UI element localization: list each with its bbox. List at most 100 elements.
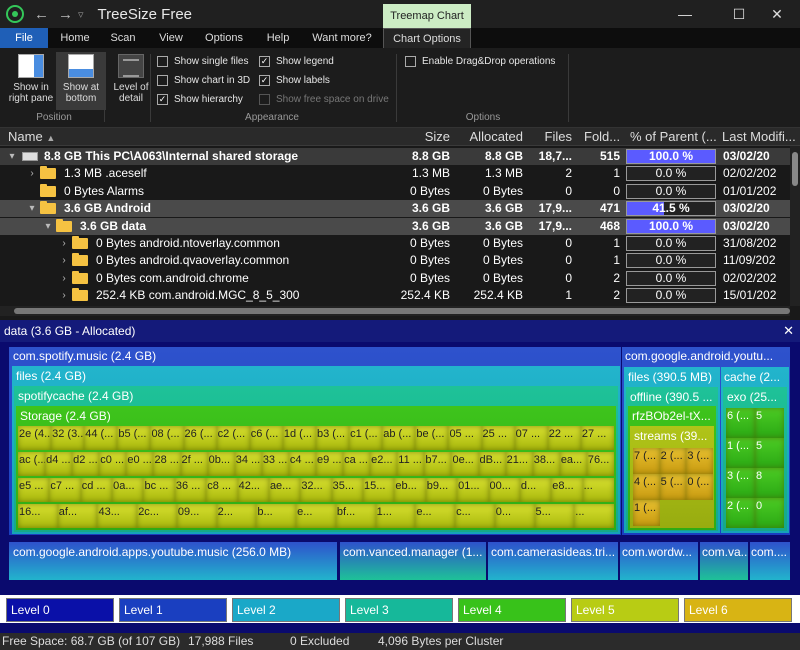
storage-cell[interactable]: 2f ... (180, 452, 208, 476)
column-header-name[interactable]: Name ▲ (8, 128, 388, 146)
storage-cell[interactable]: ea... (559, 452, 587, 476)
tab-want-more[interactable]: Want more? (306, 28, 378, 48)
storage-cell[interactable]: 05 ... (448, 426, 482, 450)
storage-cell[interactable]: e... (415, 504, 456, 528)
exo-cell[interactable]: 8 (755, 468, 784, 498)
storage-cell[interactable]: 35... (331, 478, 364, 502)
tab-file[interactable]: File (0, 28, 48, 48)
expand-chevron-icon[interactable]: › (26, 165, 38, 182)
storage-cell[interactable]: c6 (... (249, 426, 283, 450)
expand-chevron-icon[interactable]: › (58, 270, 70, 287)
storage-cell[interactable]: 16... (18, 504, 58, 528)
treesize-app-icon[interactable] (6, 5, 24, 23)
storage-cell[interactable]: ab (... (382, 426, 416, 450)
storage-cell[interactable]: 0... (494, 504, 535, 528)
storage-cell[interactable]: 76... (586, 452, 614, 476)
storage-cell[interactable]: e0 ... (126, 452, 154, 476)
storage-cell[interactable]: c0 ... (99, 452, 127, 476)
storage-cell[interactable]: 42... (237, 478, 269, 502)
storage-cell[interactable]: c4 ... (288, 452, 316, 476)
storage-cell[interactable]: 0e... (451, 452, 479, 476)
stream-cell[interactable]: 5 (... (659, 474, 687, 500)
column-header-percent-of-parent[interactable]: % of Parent (... (630, 128, 716, 146)
storage-cell[interactable]: be (... (415, 426, 449, 450)
storage-cell[interactable]: ... (582, 478, 614, 502)
storage-cell[interactable]: 2e (4... (18, 426, 52, 450)
storage-cell[interactable]: 28 ... (153, 452, 181, 476)
storage-cell[interactable]: c7 ... (49, 478, 81, 502)
table-row[interactable]: › 1.3 MB .aceself 1.3 MB 1.3 MB 2 1 0.0 % 02/02… (0, 165, 790, 182)
tab-home[interactable]: Home (52, 28, 98, 48)
expand-chevron-icon[interactable] (26, 183, 38, 200)
expand-chevron-icon[interactable]: ▾ (42, 218, 54, 235)
scrollbar-thumb[interactable] (792, 152, 798, 186)
table-row[interactable]: › 0 Bytes android.qvaoverlay.common 0 Byte… (0, 252, 790, 269)
storage-cell[interactable]: d4 ... (45, 452, 73, 476)
show-at-bottom-button[interactable]: Show at bottom (56, 52, 106, 110)
storage-cell[interactable]: 0a... (112, 478, 144, 502)
storage-cell[interactable]: ae... (268, 478, 301, 502)
storage-cell[interactable]: 0b... (207, 452, 235, 476)
storage-cell[interactable]: af... (57, 504, 98, 528)
expand-chevron-icon[interactable]: › (58, 252, 70, 269)
back-arrow-icon[interactable]: ← (34, 6, 49, 23)
table-row[interactable]: › 0 Bytes android.ntoverlay.common 0 Bytes… (0, 235, 790, 252)
tab-options[interactable]: Options (198, 28, 250, 48)
show-chart-3d-checkbox[interactable]: Show chart in 3D (157, 73, 250, 87)
tab-view[interactable]: View (150, 28, 192, 48)
vertical-scrollbar[interactable] (790, 146, 800, 306)
storage-cell[interactable]: 15... (363, 478, 395, 502)
exo-cell[interactable]: 5 (755, 438, 784, 468)
storage-cell[interactable]: 34 ... (234, 452, 262, 476)
show-in-right-pane-button[interactable]: Show in right pane (6, 52, 56, 110)
storage-cell[interactable]: 26 (... (183, 426, 217, 450)
table-row[interactable]: › 0 Bytes com.android.chrome 0 Bytes 0 Byte… (0, 270, 790, 287)
show-labels-checkbox[interactable]: ✓ Show labels (259, 73, 330, 87)
table-row[interactable]: ▾ 8.8 GB This PC\A063\Internal shared sto… (0, 148, 790, 165)
storage-cell[interactable]: 2c... (137, 504, 177, 528)
storage-cell[interactable]: c8 ... (206, 478, 238, 502)
tab-chart-options[interactable]: Chart Options (383, 28, 471, 48)
close-icon[interactable]: ✕ (783, 320, 794, 342)
storage-cell[interactable]: cd ... (80, 478, 113, 502)
exo-cell[interactable]: 1 (... (726, 438, 755, 468)
show-hierarchy-checkbox[interactable]: ✓ Show hierarchy (157, 92, 243, 106)
table-row[interactable]: ▾ 3.6 GB Android 3.6 GB 3.6 GB 17,9... 471 41.… (0, 200, 790, 218)
exo-cell[interactable]: 0 (755, 498, 784, 528)
storage-cell[interactable]: e9 ... (316, 452, 344, 476)
stream-cell[interactable]: 7 (... (633, 448, 660, 474)
expand-chevron-icon[interactable]: › (58, 235, 70, 252)
stream-cell[interactable]: 1 (... (633, 500, 660, 526)
storage-cell[interactable]: d2 ... (72, 452, 100, 476)
storage-cell[interactable]: dB... (478, 452, 506, 476)
stream-cell[interactable]: 3 (... (686, 448, 713, 474)
storage-cell[interactable]: 22 ... (547, 426, 581, 450)
storage-cell[interactable]: 1d (... (282, 426, 316, 450)
storage-cell[interactable]: 27 ... (580, 426, 614, 450)
expand-chevron-icon[interactable]: › (58, 287, 70, 304)
minimize-button[interactable]: — (662, 0, 708, 28)
show-legend-checkbox[interactable]: ✓ Show legend (259, 54, 334, 68)
storage-cell[interactable]: b5 (... (117, 426, 151, 450)
scrollbar-thumb[interactable] (14, 308, 790, 314)
storage-cell[interactable]: c1 (... (349, 426, 383, 450)
storage-cell[interactable]: 43... (97, 504, 138, 528)
storage-cell[interactable]: eb... (394, 478, 426, 502)
storage-cell[interactable]: 32... (300, 478, 332, 502)
storage-cell[interactable]: e8... (551, 478, 583, 502)
stream-cell[interactable]: 4 (... (633, 474, 660, 500)
table-row[interactable]: 0 Bytes Alarms 0 Bytes 0 Bytes 0 0 0.0 % 01/01… (0, 183, 790, 200)
expand-chevron-icon[interactable]: ▾ (26, 200, 38, 217)
storage-cell[interactable]: e2... (370, 452, 398, 476)
storage-cell[interactable]: b3 (... (315, 426, 350, 450)
storage-cell[interactable]: e5 ... (18, 478, 50, 502)
storage-cell[interactable]: 21... (505, 452, 533, 476)
enable-drag-drop-checkbox[interactable]: Enable Drag&Drop operations (405, 54, 555, 68)
storage-cell[interactable]: c2 (... (216, 426, 250, 450)
exo-cell[interactable]: 3 (... (726, 468, 755, 498)
column-header-files[interactable]: Files (527, 128, 572, 146)
exo-cell[interactable]: 5 (755, 408, 784, 438)
storage-cell[interactable]: 25 ... (481, 426, 515, 450)
storage-cell[interactable]: 08 (... (150, 426, 184, 450)
close-window-button[interactable]: ✕ (754, 0, 800, 28)
